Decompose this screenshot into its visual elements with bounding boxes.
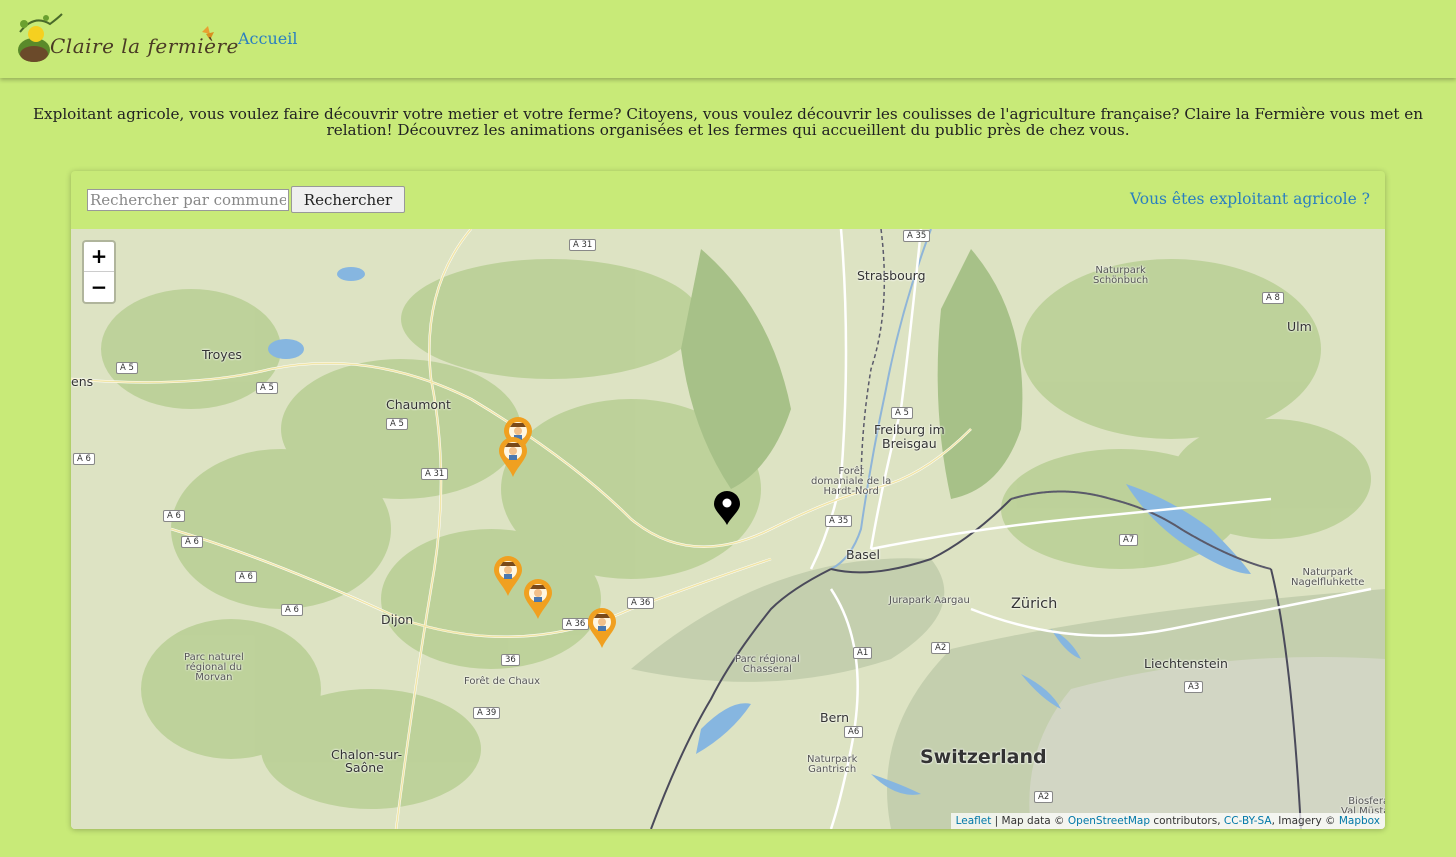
road-shield: A 35 (903, 230, 931, 242)
farm-marker-icon[interactable] (494, 556, 522, 596)
place-zurich: Zürich (1011, 596, 1058, 612)
location-pin-icon[interactable] (714, 491, 740, 525)
mapbox-link[interactable]: Mapbox (1339, 815, 1380, 827)
nav-home-link[interactable]: Accueil (238, 29, 297, 48)
road-shield: A2 (1034, 791, 1054, 803)
road-shield: A3 (1184, 681, 1204, 693)
road-shield: A 6 (235, 571, 257, 583)
region-hardt-nord: Forêt domaniale de la Hardt-Nord (811, 466, 892, 497)
farm-marker-icon[interactable] (588, 608, 616, 648)
road-shield: A 6 (73, 453, 95, 465)
map-view[interactable]: Strasbourg Troyes Ulm Chaumont Freiburg … (71, 229, 1385, 829)
road-shield: A 31 (421, 468, 449, 480)
region-morvan: Parc naturel régional du Morvan (184, 652, 244, 683)
attrib-text: | Map data © (991, 815, 1068, 827)
zoom-out-button[interactable]: − (84, 272, 114, 302)
logo-text: Claire la fermière (50, 34, 239, 58)
attrib-text: contributors, (1150, 815, 1224, 827)
farm-marker-icon[interactable] (499, 437, 527, 477)
place-dijon: Dijon (381, 612, 414, 627)
road-shield: A7 (1119, 534, 1139, 546)
place-switzerland: Switzerland (920, 746, 1047, 768)
place-chaumont: Chaumont (386, 397, 451, 412)
place-basel: Basel (846, 547, 880, 562)
place-strasbourg: Strasbourg (857, 268, 926, 283)
road-shield: A 6 (181, 536, 203, 548)
place-liechtenstein: Liechtenstein (1144, 656, 1228, 671)
osm-link[interactable]: OpenStreetMap (1068, 815, 1150, 827)
map-card: Rechercher Vous êtes exploitant agricole… (71, 171, 1385, 829)
zoom-control: + − (82, 240, 116, 304)
road-shield: A 39 (473, 707, 501, 719)
attrib-text: , Imagery © (1271, 815, 1339, 827)
place-chalon-line2: Saône (345, 760, 384, 775)
region-nagelfluh: Naturpark Nagelfluhkette (1291, 567, 1365, 588)
road-shield: A 5 (891, 407, 913, 419)
road-shield: A 6 (163, 510, 185, 522)
road-shield: A6 (844, 726, 864, 738)
road-shield: A 8 (1262, 292, 1284, 304)
top-navbar: Claire la fermière Accueil (0, 0, 1456, 78)
license-link[interactable]: CC-BY-SA (1224, 815, 1272, 827)
road-shield: A 5 (256, 382, 278, 394)
map-attribution: Leaflet | Map data © OpenStreetMap contr… (950, 813, 1385, 829)
region-schonbuch: Naturpark Schönbuch (1093, 265, 1149, 286)
road-shield: A 36 (627, 597, 655, 609)
road-shield: A 31 (569, 239, 597, 251)
road-shield: A 35 (825, 515, 853, 527)
site-logo[interactable]: Claire la fermière (12, 10, 238, 65)
road-shield: 36 (501, 654, 520, 666)
place-bern: Bern (820, 710, 850, 725)
farm-marker-icon[interactable] (524, 579, 552, 619)
place-ens: ens (71, 374, 94, 389)
commune-search-input[interactable] (87, 189, 289, 211)
road-shield: A 5 (386, 418, 408, 430)
road-shield: A 36 (562, 618, 590, 630)
road-shield: A2 (931, 642, 951, 654)
map-tiles (71, 229, 1385, 829)
road-shield: A 6 (281, 604, 303, 616)
road-shield: A 5 (116, 362, 138, 374)
zoom-in-button[interactable]: + (84, 242, 114, 272)
region-chasseral: Parc régional Chasseral (735, 654, 800, 675)
farmer-signup-link[interactable]: Vous êtes exploitant agricole ? (1130, 190, 1370, 208)
place-freiburg-line2: Breisgau (882, 436, 937, 451)
place-troyes: Troyes (202, 347, 242, 362)
place-foret-de-chaux: Forêt de Chaux (464, 676, 541, 687)
intro-text: Exploitant agricole, vous voulez faire d… (32, 105, 1424, 139)
place-ulm: Ulm (1287, 319, 1312, 334)
region-gantrisch: Naturpark Gantrisch (807, 754, 858, 775)
search-button[interactable]: Rechercher (291, 186, 405, 213)
place-freiburg-line1: Freiburg im (874, 422, 945, 437)
road-shield: A1 (853, 647, 873, 659)
place-jurapark: Jurapark Aargau (889, 595, 970, 606)
leaflet-link[interactable]: Leaflet (956, 815, 992, 827)
